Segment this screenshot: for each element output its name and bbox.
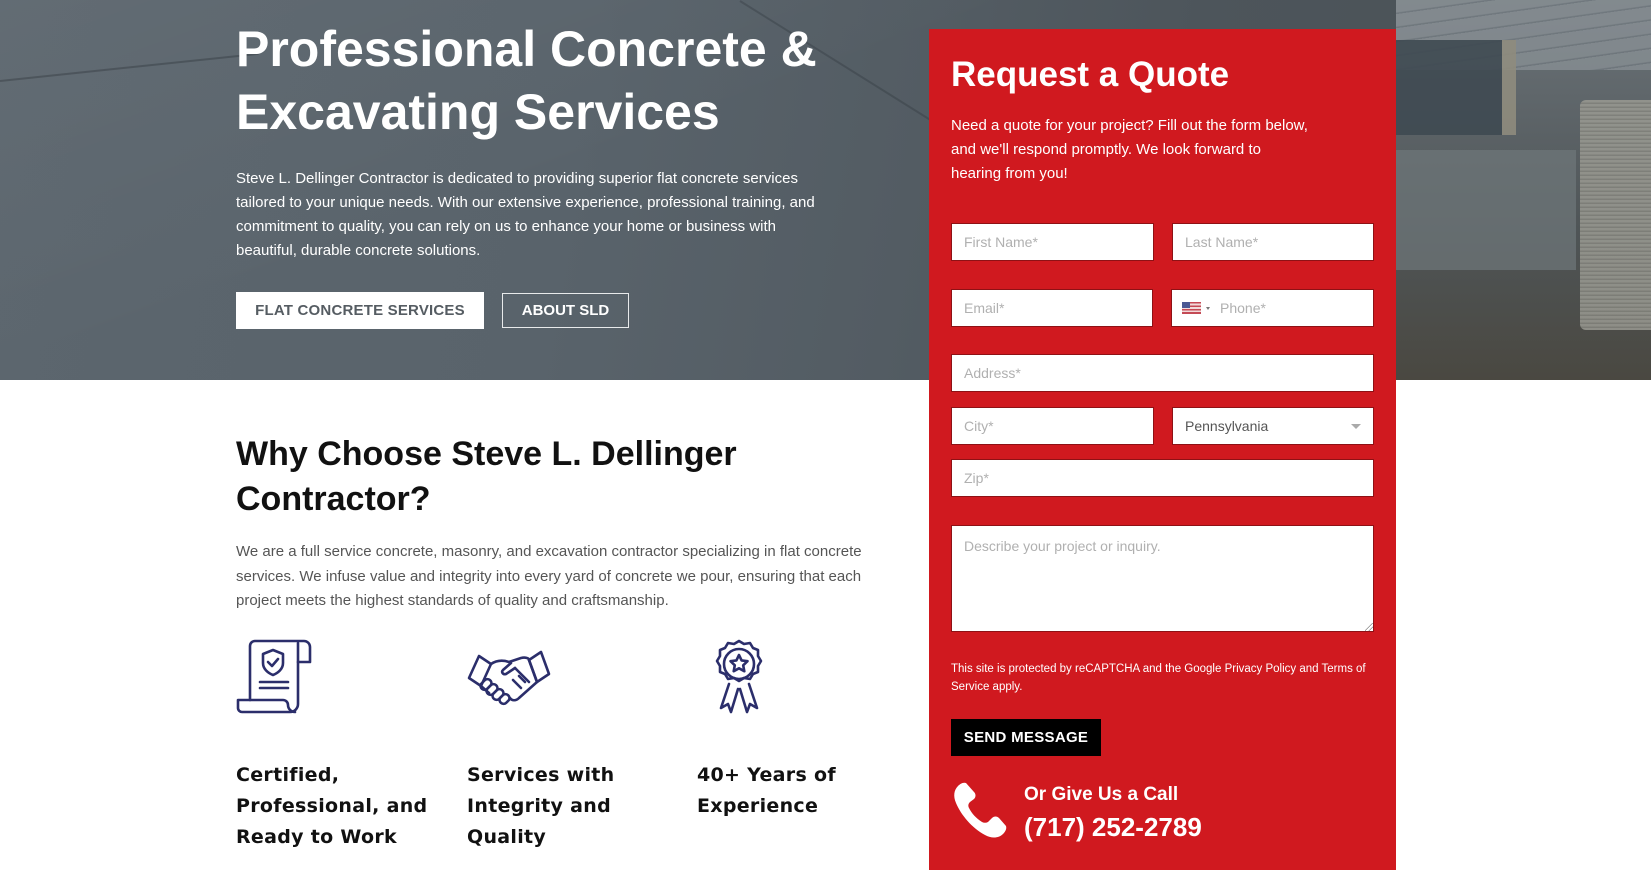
award-ribbon-icon <box>715 639 763 714</box>
phone-number-link[interactable]: (717) 252-2789 <box>1024 807 1202 847</box>
hero-background-window-well <box>1396 40 1516 135</box>
why-choose-description: We are a full service concrete, masonry,… <box>236 543 862 609</box>
address-input[interactable] <box>951 354 1374 392</box>
form-description: Need a quote for your project? Fill out … <box>951 117 1308 182</box>
hero-description: Steve L. Dellinger Contractor is dedicat… <box>236 170 815 259</box>
recaptcha-notice: This site is protected by reCAPTCHA and … <box>951 660 1381 696</box>
phone-icon <box>954 782 1007 838</box>
about-sld-button[interactable]: ABOUT SLD <box>502 293 629 328</box>
recaptcha-text: apply. <box>989 681 1023 693</box>
last-name-input[interactable] <box>1172 223 1374 261</box>
project-description-textarea[interactable] <box>951 525 1374 632</box>
textarea-resize-handle[interactable] <box>1365 623 1373 631</box>
state-select-value: Pennsylvania <box>1185 418 1269 434</box>
concrete-texture-line <box>0 52 259 82</box>
state-select[interactable]: Pennsylvania <box>1172 407 1374 445</box>
hero-title: Professional Concrete & Excavating Servi… <box>236 21 817 140</box>
email-input[interactable] <box>951 289 1153 327</box>
feature-label: Certified, Professional, and Ready to Wo… <box>236 764 428 848</box>
certificate-shield-icon <box>236 639 312 714</box>
recaptcha-text: This site is protected by reCAPTCHA and … <box>951 663 1225 675</box>
feature-label: 40+ Years of Experience <box>697 764 836 817</box>
why-choose-title: Why Choose Steve L. Dellinger Contractor… <box>236 435 737 518</box>
feature-integrity: Services with Integrity and Quality <box>467 638 667 853</box>
us-flag-icon[interactable] <box>1182 302 1201 314</box>
form-title: Request a Quote <box>951 55 1230 94</box>
zip-input[interactable] <box>951 459 1374 497</box>
hero-background-ac-unit <box>1580 100 1651 330</box>
first-name-input[interactable] <box>951 223 1154 261</box>
city-input[interactable] <box>951 407 1154 445</box>
handshake-icon <box>467 650 551 706</box>
request-quote-form: Request a Quote Need a quote for your pr… <box>929 29 1396 870</box>
chevron-down-icon <box>1351 423 1361 429</box>
country-dropdown-caret-icon[interactable] <box>1206 306 1210 310</box>
hero-background-concrete-pad <box>1396 150 1576 270</box>
hero-section: Professional Concrete & Excavating Servi… <box>0 0 1651 380</box>
feature-certified: Certified, Professional, and Ready to Wo… <box>236 638 436 853</box>
privacy-policy-link[interactable]: Privacy Policy <box>1225 663 1297 675</box>
phone-field <box>1171 289 1374 327</box>
phone-input[interactable] <box>1220 300 1340 316</box>
feature-label: Services with Integrity and Quality <box>467 764 615 848</box>
flat-concrete-services-button[interactable]: FLAT CONCRETE SERVICES <box>236 292 484 329</box>
recaptcha-text: and <box>1296 663 1322 675</box>
send-message-button[interactable]: SEND MESSAGE <box>951 719 1101 756</box>
call-label: Or Give Us a Call <box>1024 784 1179 805</box>
feature-experience: 40+ Years of Experience <box>697 638 897 822</box>
